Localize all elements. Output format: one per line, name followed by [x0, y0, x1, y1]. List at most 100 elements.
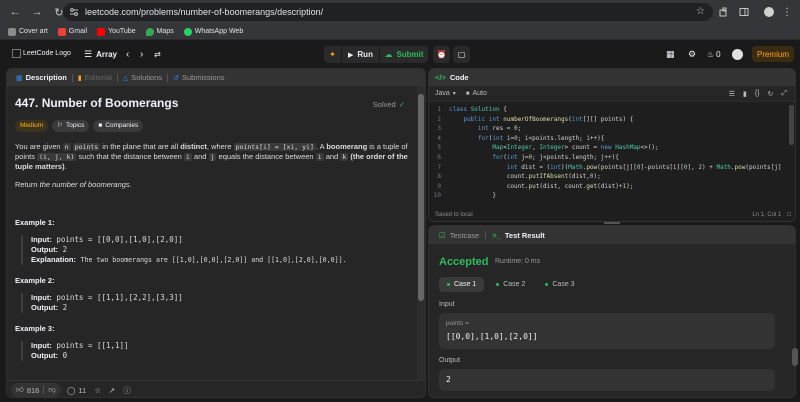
autocomplete-toggle[interactable]: ■ Auto — [466, 90, 487, 97]
inline-code: points[i] = [xi, yi] — [233, 143, 316, 151]
streak-counter[interactable]: ♨ 0 — [707, 41, 721, 67]
solved-status: Solved ✓ — [372, 100, 405, 109]
premium-button[interactable]: Premium — [752, 46, 794, 62]
thumbs-up-icon: 👍︎ — [16, 385, 24, 394]
browser-menu-icon[interactable]: ⋮ — [780, 0, 794, 24]
site-info-icon[interactable] — [69, 7, 79, 17]
extensions-icon[interactable] — [716, 0, 732, 24]
tab-solutions[interactable]: △ Solutions — [118, 69, 167, 86]
description-scrollbar[interactable] — [417, 86, 425, 383]
tab-testcase[interactable]: ☑ Testcase — [433, 231, 485, 240]
help-icon[interactable]: ⓘ — [123, 385, 131, 396]
prev-problem-icon[interactable]: ‹ — [126, 41, 129, 67]
leetcode-logo[interactable]: LeetCode Logo — [12, 49, 71, 58]
difficulty-badge[interactable]: Medium — [15, 120, 49, 132]
code-line: 4 for(int i=0; i<points.length; i++){ — [437, 134, 605, 142]
like-button[interactable]: 👍︎ 816 👎︎ — [11, 383, 61, 397]
flame-icon: ♨ — [707, 49, 715, 59]
code-line: 6 for(int j=0; j<points.length; j++){ — [437, 153, 619, 161]
bookmark-whatsapp[interactable]: WhatsApp Web — [183, 27, 243, 36]
problem-panel: ▦ Description ▮ Editorial △ Solutions ↺ … — [6, 68, 426, 398]
forward-icon[interactable]: → — [26, 0, 48, 24]
url-text: leetcode.com/problems/number-of-boomeran… — [85, 7, 324, 17]
code-line: 8 count.putIfAbsent(dist,0); — [437, 173, 601, 181]
test-result-panel: ☑ Testcase >_ Test Result Accepted Runti… — [428, 225, 796, 398]
topics-chip[interactable]: ⚐ Topics — [52, 120, 90, 132]
example-2: Example 2: Input: points = [[1,1],[2,2],… — [15, 276, 409, 313]
code-line: 10 } — [433, 192, 496, 200]
expand-editor-icon[interactable]: □ — [787, 212, 791, 218]
runtime-text: Runtime: 0 ms — [495, 258, 541, 265]
code-line: 7 int dist = (int)(Math.pow(points[j][0]… — [437, 163, 782, 171]
next-problem-icon[interactable]: › — [140, 41, 143, 67]
checkbox-icon: ☑ — [439, 230, 446, 240]
code-line: 2 public int numberOfBoomerangs(int[][] … — [437, 115, 634, 123]
back-icon[interactable]: ← — [4, 0, 26, 24]
companies-chip[interactable]: ■ Companies — [93, 120, 144, 132]
problem-list-button[interactable]: ☰ Array — [84, 41, 117, 67]
braces-icon[interactable]: {} — [755, 90, 760, 98]
youtube-icon — [97, 27, 106, 36]
sidebar-icon[interactable] — [736, 0, 752, 24]
settings-gear-icon[interactable]: ⚙ — [688, 41, 696, 67]
reset-icon[interactable]: ↻ — [768, 90, 774, 98]
format-lines-icon[interactable]: ☰ — [729, 90, 735, 98]
tab-submissions[interactable]: ↺ Submissions — [168, 69, 229, 86]
expand-icon[interactable]: ⤢ — [781, 90, 787, 98]
notes-button[interactable]: ▢ — [453, 46, 470, 63]
tab-description[interactable]: ▦ Description — [11, 69, 72, 86]
bookmark-star-icon[interactable]: ☆ — [696, 6, 705, 17]
code-editor[interactable]: 1 class Solution { 2 public int numberOfB… — [429, 105, 795, 205]
bookmark-cover-art[interactable]: Cover art — [8, 27, 48, 36]
debug-button[interactable]: ✦ — [324, 46, 341, 63]
case-tab-1[interactable]: Case 1 — [439, 277, 485, 292]
example-1-block: Input: points = [[0,0],[1,0],[2,0]] Outp… — [21, 235, 409, 265]
share-icon[interactable]: ↗ — [109, 386, 115, 395]
problem-title: 447. Number of Boomerangs — [15, 96, 179, 110]
shuffle-icon[interactable]: ⇄ — [154, 41, 161, 67]
panel-resize-handle[interactable] — [604, 222, 620, 224]
example-3-block: Input: points = [[1,1]] Output: 0 — [21, 341, 409, 361]
result-status: Accepted — [439, 256, 489, 268]
tab-editorial[interactable]: ▮ Editorial — [73, 69, 117, 86]
code-toolbar: Java ▾ ■ Auto ☰ ▮ {} ↻ ⤢ — [429, 86, 795, 102]
pass-dot — [447, 283, 450, 286]
example-3: Example 3: Input: points = [[1,1]] Outpu… — [15, 324, 409, 361]
submit-button[interactable]: ☁ Submit — [380, 46, 428, 63]
result-scrollbar[interactable] — [792, 348, 798, 366]
favorite-star-icon[interactable]: ☆ — [94, 386, 101, 395]
example-2-block: Input: points = [[1,1],[2,2],[3,3]] Outp… — [21, 293, 409, 313]
user-avatar[interactable] — [732, 41, 743, 67]
bookmark-youtube[interactable]: YouTube — [97, 27, 136, 36]
bookmark-gmail[interactable]: Gmail — [57, 27, 87, 36]
language-select[interactable]: Java ▾ — [435, 90, 456, 97]
leetcode-header: LeetCode Logo ☰ Array ‹ › ⇄ ✦ ▶ Run ☁ Su… — [0, 41, 800, 67]
layout-grid-icon[interactable]: ▦ — [666, 41, 675, 67]
description-paragraph: You are given n points in the plane that… — [15, 142, 408, 171]
inline-code: (i, j, k) — [37, 153, 77, 161]
bookmark-icon[interactable]: ▮ — [743, 90, 747, 98]
run-button[interactable]: ▶ Run — [342, 46, 379, 63]
case-tab-2[interactable]: Case 2 — [488, 277, 533, 292]
bookmark-maps[interactable]: Maps — [145, 27, 174, 36]
comment-icon: ◯ — [66, 385, 76, 395]
inline-code: points — [72, 143, 101, 151]
tab-test-result[interactable]: >_ Test Result — [486, 231, 550, 240]
code-scrollbar[interactable] — [789, 105, 794, 145]
gmail-icon — [57, 27, 66, 36]
case-tab-3[interactable]: Case 3 — [537, 277, 582, 292]
pass-dot — [545, 283, 549, 286]
profile-avatar[interactable] — [762, 0, 776, 24]
bookmarks-bar: Cover art Gmail YouTube Maps WhatsApp We… — [0, 24, 800, 40]
whatsapp-icon — [183, 27, 192, 36]
scrollbar-thumb[interactable] — [418, 94, 424, 301]
code-line: 9 count.put(dist, count.get(dist)+1); — [437, 182, 634, 190]
example-1: Example 1: Input: points = [[0,0],[1,0],… — [15, 218, 409, 265]
case-tabs: Case 1 Case 2 Case 3 — [439, 277, 587, 292]
code-panel-header: </> Code — [429, 69, 795, 86]
address-bar[interactable]: leetcode.com/problems/number-of-boomeran… — [63, 3, 713, 21]
thumbs-down-icon[interactable]: 👎︎ — [48, 385, 56, 395]
timer-button[interactable]: ⏰ — [433, 46, 450, 63]
comments-button[interactable]: ◯ 11 — [67, 386, 86, 395]
code-line: 1 class Solution { — [437, 106, 507, 113]
